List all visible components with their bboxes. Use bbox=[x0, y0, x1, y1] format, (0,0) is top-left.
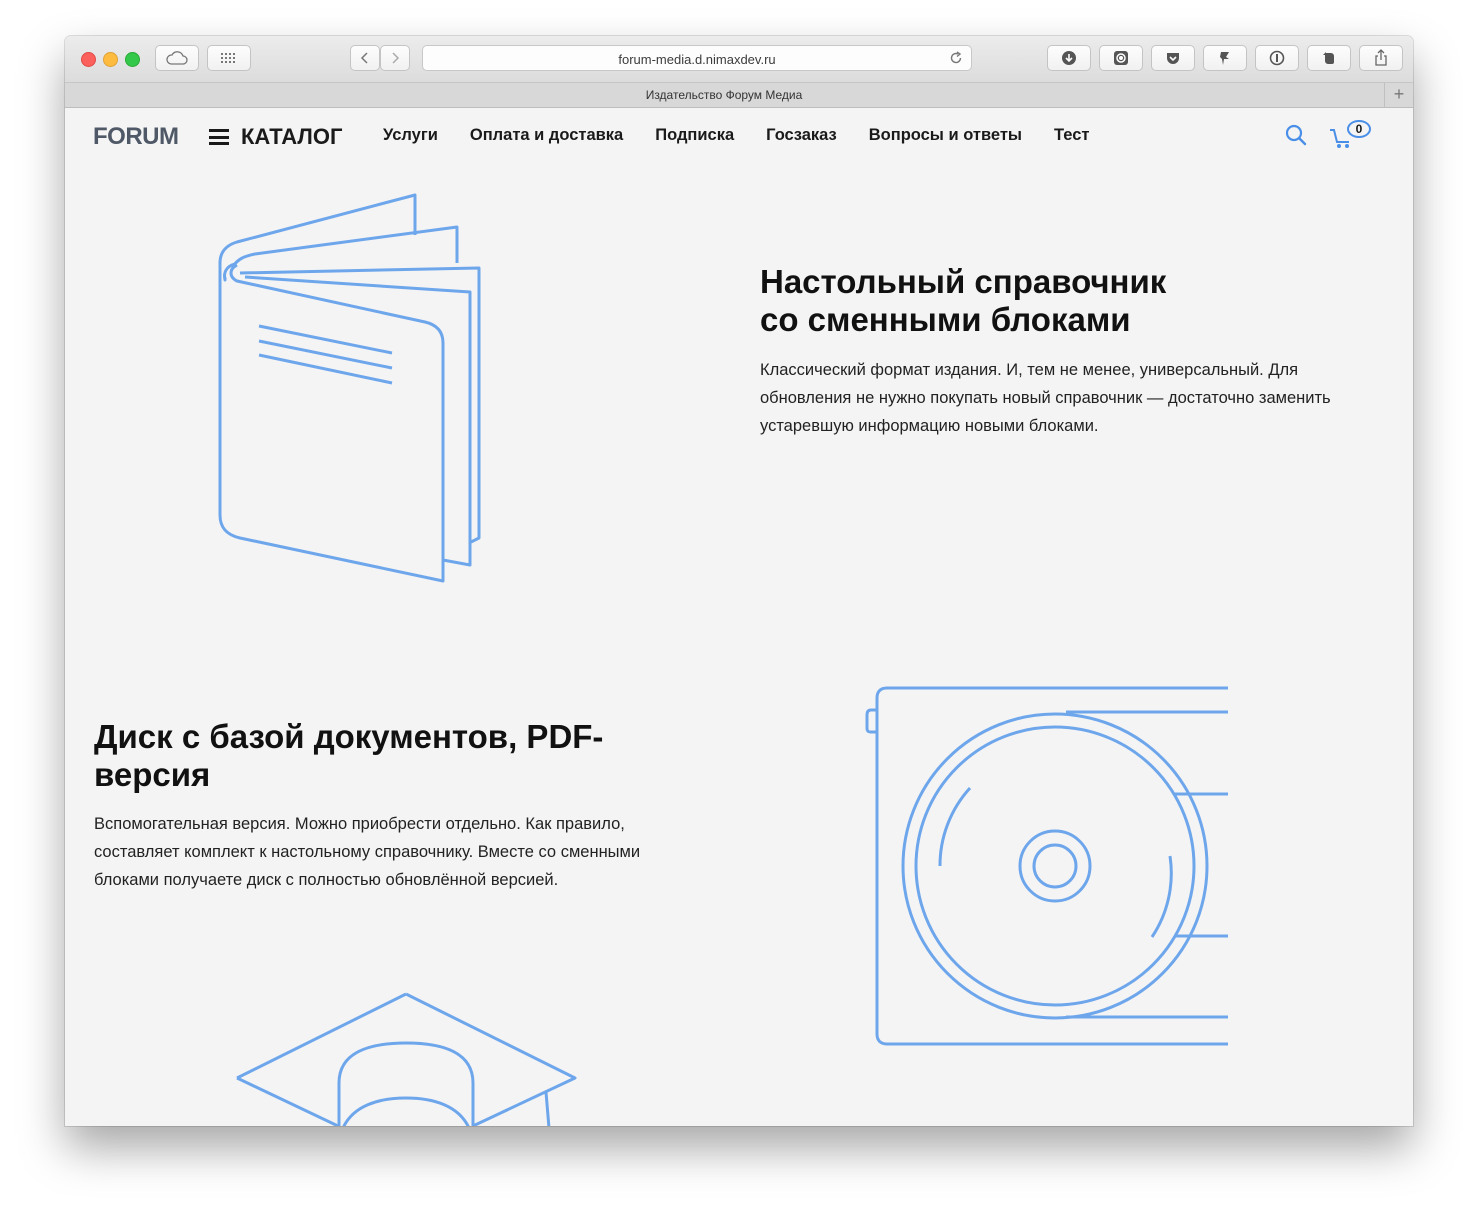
section-1-title: Настольный справочник со сменными блокам… bbox=[760, 263, 1166, 339]
info-circle-icon bbox=[1269, 50, 1285, 66]
address-url: forum-media.d.nimaxdev.ru bbox=[618, 52, 776, 67]
cloud-icon bbox=[166, 51, 188, 65]
book-illustration bbox=[218, 193, 481, 583]
active-tab[interactable]: Издательство Форум Медиа bbox=[65, 88, 1383, 102]
share-button[interactable] bbox=[1359, 45, 1403, 71]
download-icon bbox=[1062, 51, 1076, 65]
nav-link-test[interactable]: Тест bbox=[1054, 126, 1089, 145]
browser-window: forum-media.d.nimaxdev.ru Издательство Ф… bbox=[65, 36, 1413, 1126]
address-bar[interactable]: forum-media.d.nimaxdev.ru bbox=[422, 45, 972, 71]
new-tab-button[interactable]: + bbox=[1384, 83, 1413, 107]
browser-toolbar: forum-media.d.nimaxdev.ru bbox=[65, 36, 1413, 83]
back-button[interactable] bbox=[350, 45, 380, 71]
share-icon bbox=[1375, 49, 1387, 66]
graduation-cap-illustration bbox=[236, 992, 577, 1126]
nav-link-government-order[interactable]: Госзаказ bbox=[766, 126, 837, 145]
chevron-right-icon bbox=[392, 52, 400, 64]
icloud-tabs-button[interactable] bbox=[155, 45, 199, 71]
extension-record-button[interactable] bbox=[1099, 45, 1143, 71]
pocket-icon bbox=[1167, 53, 1179, 64]
chevron-left-icon bbox=[360, 52, 368, 64]
section-1-text-line-1: Классический формат издания. И, тем не м… bbox=[760, 361, 1299, 379]
reload-icon bbox=[950, 51, 962, 64]
nav-link-payment-delivery[interactable]: Оплата и доставка bbox=[470, 126, 623, 145]
section-2-text-line-3: блоками получаете диск с полностью обнов… bbox=[94, 871, 559, 889]
cart-button[interactable]: 0 bbox=[1329, 120, 1377, 148]
password-manager-button[interactable] bbox=[1255, 45, 1299, 71]
section-1-text-line-2: обновления не нужно покупать новый справ… bbox=[760, 389, 1331, 407]
search-button[interactable] bbox=[1285, 124, 1307, 151]
evernote-button[interactable] bbox=[1307, 45, 1351, 71]
grid-icon bbox=[221, 53, 235, 63]
search-icon bbox=[1285, 124, 1307, 146]
record-icon bbox=[1114, 51, 1128, 65]
hamburger-icon bbox=[209, 129, 229, 145]
nav-link-services[interactable]: Услуги bbox=[383, 126, 438, 145]
forward-button[interactable] bbox=[380, 45, 410, 71]
catalog-menu-button[interactable]: КАТАЛОГ bbox=[209, 124, 342, 150]
section-2-description: Вспомогательная версия. Можно приобрести… bbox=[94, 810, 640, 894]
page-content: FORUM КАТАЛОГ Услуги Оплата и доставка П… bbox=[65, 108, 1413, 1126]
section-2-title-line-2: версия bbox=[94, 756, 211, 793]
cart-count-badge: 0 bbox=[1347, 120, 1371, 138]
pin-icon bbox=[1220, 52, 1229, 65]
extension-pin-button[interactable] bbox=[1203, 45, 1247, 71]
tab-bar: Издательство Форум Медиа + bbox=[65, 83, 1413, 108]
section-2-text-line-2: составляет комплект к настольному справо… bbox=[94, 843, 641, 861]
history-nav bbox=[350, 45, 410, 71]
section-2-title: Диск с базой документов, PDF- версия bbox=[94, 718, 603, 794]
section-1-text-line-3: устаревшую информацию новыми блоками. bbox=[760, 417, 1099, 435]
site-logo[interactable]: FORUM bbox=[93, 123, 179, 151]
main-nav: Услуги Оплата и доставка Подписка Госзак… bbox=[383, 126, 1122, 145]
minimize-window-button[interactable] bbox=[103, 52, 118, 67]
downloads-button[interactable] bbox=[1047, 45, 1091, 71]
evernote-icon bbox=[1323, 52, 1334, 64]
catalog-label: КАТАЛОГ bbox=[241, 124, 343, 149]
section-1-title-line-2: со сменными блоками bbox=[760, 301, 1131, 338]
close-window-button[interactable] bbox=[81, 52, 96, 67]
pocket-button[interactable] bbox=[1151, 45, 1195, 71]
disc-illustration bbox=[865, 686, 1228, 1046]
nav-link-faq[interactable]: Вопросы и ответы bbox=[869, 126, 1022, 145]
top-sites-button[interactable] bbox=[207, 45, 251, 71]
reload-button[interactable] bbox=[949, 51, 963, 70]
section-2-text-line-1: Вспомогательная версия. Можно приобрести… bbox=[94, 815, 625, 833]
section-2-title-line-1: Диск с базой документов, PDF- bbox=[94, 718, 604, 755]
nav-link-subscription[interactable]: Подписка bbox=[655, 126, 734, 145]
zoom-window-button[interactable] bbox=[125, 52, 140, 67]
section-1-description: Классический формат издания. И, тем не м… bbox=[760, 356, 1331, 440]
section-1-title-line-1: Настольный справочник bbox=[760, 263, 1167, 300]
